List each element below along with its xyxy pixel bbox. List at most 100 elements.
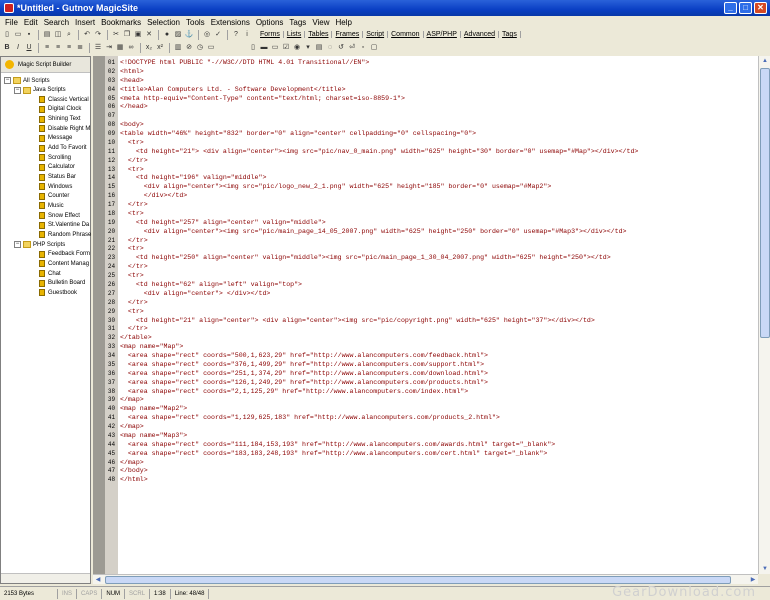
code-line[interactable]: </head> [120,103,148,112]
delete-icon[interactable]: ✕ [144,30,154,40]
code-line[interactable]: <tr> [120,210,144,219]
code-line[interactable]: <title>Alan Computers Ltd. - Software De… [120,86,346,95]
code-line[interactable]: <td height="196" valign="middle"> [120,174,267,183]
reset-icon[interactable]: ↺ [336,43,346,53]
indent-icon[interactable]: ⇥ [104,43,114,53]
code-line[interactable]: </tr> [120,325,148,334]
code-line[interactable]: <td height="250" align="center" valign="… [120,254,611,263]
expand-icon[interactable]: − [14,86,21,94]
code-line[interactable]: <map name="Map"> [120,343,183,352]
palette-icon[interactable]: ● [162,30,172,40]
menu-bookmarks[interactable]: Bookmarks [98,18,144,27]
monitor-icon[interactable]: ▭ [206,43,216,53]
maximize-button[interactable]: □ [739,2,752,14]
radio-icon[interactable]: ◉ [292,43,302,53]
check-icon[interactable]: ✓ [213,30,223,40]
code-line[interactable]: <div align="center"><img src="pic/logo_n… [120,183,552,192]
code-line[interactable]: <tr> [120,245,144,254]
undo-icon[interactable]: ↶ [82,30,92,40]
align-right-icon[interactable]: ≡ [64,43,74,53]
paste-icon[interactable]: ▣ [133,30,143,40]
stop-icon[interactable]: ⊘ [184,43,194,53]
tree-item[interactable]: Guestbook [39,288,77,297]
scroll-down-icon[interactable]: ▼ [760,564,770,574]
menu-view[interactable]: View [309,18,332,27]
tree-root[interactable]: − All Scripts [4,76,50,85]
code-line[interactable]: <td height="62" align="left" valign="top… [120,281,302,290]
code-line[interactable]: <tr> [120,308,144,317]
textbox-icon[interactable]: ▭ [270,43,280,53]
code-line[interactable]: </map> [120,396,144,405]
clock-icon[interactable]: ◷ [195,43,205,53]
code-line[interactable]: </table> [120,334,152,343]
tree-item[interactable]: Disable Right M [39,124,90,133]
tree-item[interactable]: Chat [39,269,61,278]
tree-item[interactable]: Counter [39,192,69,201]
code-line[interactable]: </tr> [120,237,148,246]
doc-icon[interactable]: ▯ [248,43,258,53]
code-line[interactable]: <area shape="rect" coords="111,184,153,1… [120,441,555,450]
tree-item[interactable]: Content Manag [39,259,89,268]
open-icon[interactable]: ▭ [13,30,23,40]
script-builder-header[interactable]: Magic Script Builder [1,57,90,73]
code-line[interactable]: </body> [120,467,148,476]
tree-item[interactable]: Windows [39,182,72,191]
scroll-up-icon[interactable]: ▲ [760,56,770,66]
vertical-scroll-thumb[interactable] [760,68,770,338]
code-line[interactable]: <html> [120,68,144,77]
menu-tools[interactable]: Tools [183,18,208,27]
code-line[interactable]: <area shape="rect" coords="376,1,499,29"… [120,361,484,370]
menu-file[interactable]: File [2,18,21,27]
code-line[interactable]: <div align="center"><img src="pic/main_p… [120,228,627,237]
textarea-icon[interactable]: ▤ [314,43,324,53]
tree-item[interactable]: Shining Text [39,115,81,124]
underline-icon[interactable]: U [24,43,34,53]
code-line[interactable]: </map> [120,423,144,432]
code-line[interactable]: <area shape="rect" coords="2,1,125,29" h… [120,388,468,397]
submit-icon[interactable]: ⏎ [347,43,357,53]
code-line[interactable]: <!DOCTYPE html PUBLIC "-//W3C//DTD HTML … [120,59,369,68]
copy-icon[interactable]: ❐ [122,30,132,40]
tree-item[interactable]: Music [39,201,64,210]
minimize-button[interactable]: _ [724,2,737,14]
code-line[interactable]: <area shape="rect" coords="500,1,623,29"… [120,352,488,361]
cut-icon[interactable]: ✂ [111,30,121,40]
tree-item[interactable]: Snow Effect [39,211,80,220]
code-line[interactable]: </div></td> [120,192,188,201]
tree-item[interactable]: Calculator [39,163,75,172]
button-icon[interactable]: ▬ [259,43,269,53]
tab-tables[interactable]: Tables [305,31,333,38]
list-icon[interactable]: ☰ [93,43,103,53]
tab-tags[interactable]: Tags [499,31,521,38]
tree-item[interactable]: Classic Vertical [39,95,89,104]
find-icon[interactable]: ⌕ [64,30,74,40]
tree-item[interactable]: Message [39,134,72,143]
tree-item[interactable]: St.Valentine Da [39,221,89,230]
code-line[interactable]: <tr> [120,139,144,148]
justify-icon[interactable]: ≣ [75,43,85,53]
code-editor[interactable]: <!DOCTYPE html PUBLIC "-//W3C//DTD HTML … [118,56,758,574]
fieldset-icon[interactable]: ▢ [369,43,379,53]
scroll-right-icon[interactable]: ▶ [748,575,758,585]
menu-extensions[interactable]: Extensions [208,18,253,27]
tree-item[interactable]: Bulletin Board [39,279,85,288]
form-icon[interactable]: ▥ [173,43,183,53]
code-line[interactable]: </tr> [120,201,148,210]
bold-icon[interactable]: B [2,43,12,53]
checkbox-icon[interactable]: ☑ [281,43,291,53]
tab-aspphp[interactable]: ASP/PHP [424,31,461,38]
tab-common[interactable]: Common [388,31,424,38]
code-line[interactable]: </tr> [120,299,148,308]
link-icon[interactable]: ∞ [126,43,136,53]
horizontal-scrollbar[interactable]: ◀ ▶ [93,574,758,584]
tab-forms[interactable]: Forms [257,31,284,38]
menu-insert[interactable]: Insert [72,18,98,27]
code-line[interactable]: <div align="center"> </div></td> [120,290,271,299]
save-icon[interactable]: ▪ [24,30,34,40]
code-line[interactable]: <area shape="rect" coords="1,129,625,183… [120,414,500,423]
expand-icon[interactable]: − [4,77,11,84]
tab-lists[interactable]: Lists [284,31,306,38]
redo-icon[interactable]: ↷ [93,30,103,40]
tab-script[interactable]: Script [363,31,389,38]
code-line[interactable]: </tr> [120,157,148,166]
